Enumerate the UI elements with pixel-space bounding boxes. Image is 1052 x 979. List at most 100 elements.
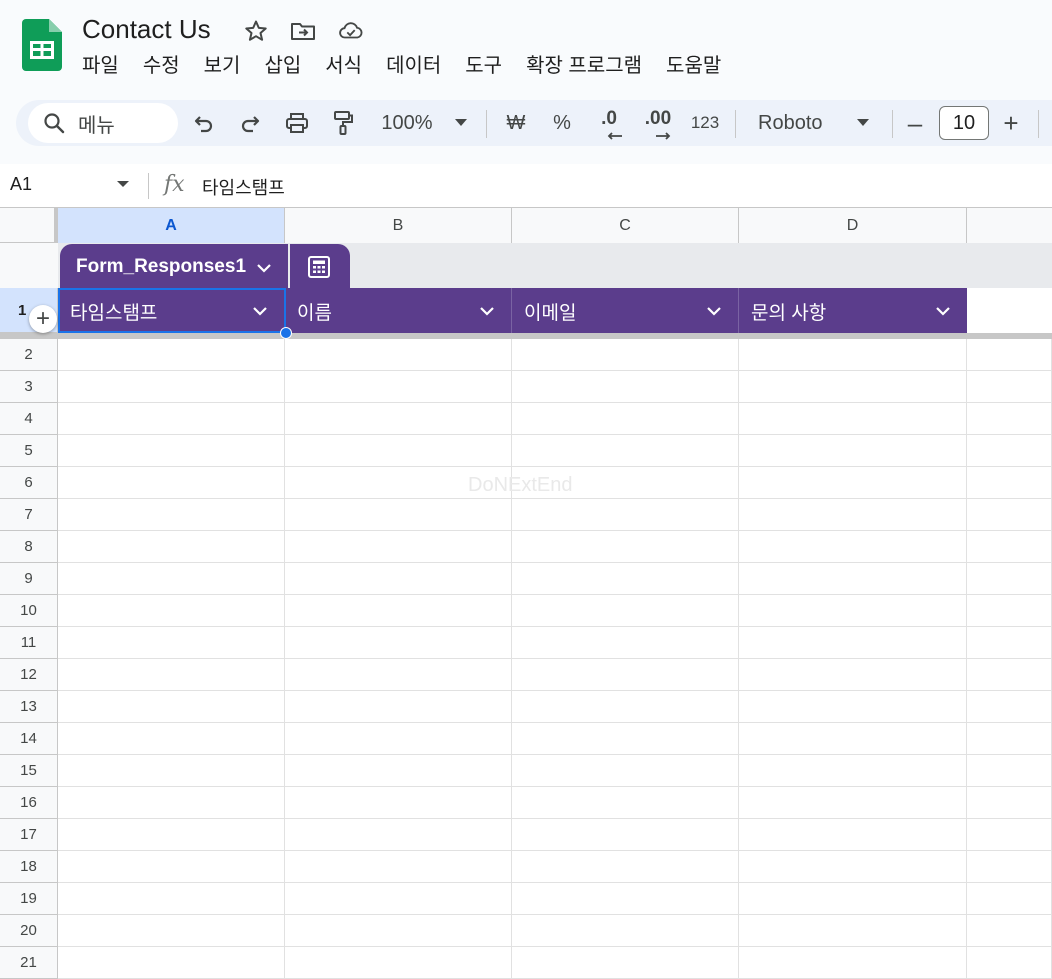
table-name[interactable]: Form_Responses1 — [76, 256, 246, 278]
cell[interactable] — [967, 288, 1052, 333]
cell[interactable] — [739, 915, 967, 947]
column-header-e[interactable] — [967, 208, 1052, 243]
name-box[interactable]: A1 — [10, 174, 32, 195]
chevron-down-icon[interactable] — [254, 258, 274, 278]
cell[interactable] — [58, 499, 285, 531]
cell[interactable] — [512, 883, 739, 915]
zoom-select[interactable]: 100% — [374, 106, 440, 140]
menu-help[interactable]: 도움말 — [658, 50, 729, 82]
cell[interactable] — [285, 659, 512, 691]
cell[interactable] — [967, 691, 1052, 723]
menu-tools[interactable]: 도구 — [457, 50, 510, 82]
cell[interactable] — [512, 435, 739, 467]
selection-fill-handle[interactable] — [280, 327, 292, 339]
row-header-5[interactable]: 5 — [0, 435, 58, 467]
cell[interactable] — [739, 659, 967, 691]
row-header-19[interactable]: 19 — [0, 883, 58, 915]
cell[interactable] — [58, 435, 285, 467]
menu-extensions[interactable]: 확장 프로그램 — [518, 50, 650, 82]
row-header-21[interactable]: 21 — [0, 947, 58, 979]
cell[interactable] — [739, 435, 967, 467]
cell[interactable] — [739, 627, 967, 659]
cell[interactable] — [967, 339, 1052, 371]
cell[interactable] — [739, 563, 967, 595]
cell[interactable] — [967, 851, 1052, 883]
row-header-7[interactable]: 7 — [0, 499, 58, 531]
name-box-dropdown-icon[interactable] — [117, 181, 129, 187]
cell[interactable] — [58, 755, 285, 787]
column-header-a[interactable]: A — [58, 208, 285, 243]
cell[interactable] — [285, 531, 512, 563]
cell[interactable] — [285, 755, 512, 787]
menu-file[interactable]: 파일 — [74, 50, 127, 82]
cell[interactable] — [967, 883, 1052, 915]
column-header-d[interactable]: D — [739, 208, 967, 243]
cell[interactable] — [512, 531, 739, 563]
cell[interactable] — [512, 915, 739, 947]
cell[interactable] — [58, 467, 285, 499]
cell[interactable] — [739, 787, 967, 819]
cell[interactable] — [739, 371, 967, 403]
cell[interactable] — [967, 819, 1052, 851]
chevron-down-icon[interactable] — [477, 301, 497, 321]
cell[interactable] — [967, 947, 1052, 979]
cell[interactable] — [512, 563, 739, 595]
row-header-9[interactable]: 9 — [0, 563, 58, 595]
cell[interactable] — [967, 915, 1052, 947]
menu-format[interactable]: 서식 — [317, 50, 370, 82]
cell[interactable] — [739, 851, 967, 883]
cell[interactable] — [739, 339, 967, 371]
cell[interactable] — [512, 595, 739, 627]
row-header-8[interactable]: 8 — [0, 531, 58, 563]
menu-edit[interactable]: 수정 — [135, 50, 188, 82]
cell[interactable] — [512, 755, 739, 787]
more-formats-button[interactable]: 123 — [688, 106, 722, 140]
cell[interactable] — [967, 499, 1052, 531]
row-header-11[interactable]: 11 — [0, 627, 58, 659]
formula-input[interactable]: 타임스탬프 — [202, 174, 285, 200]
format-percent-button[interactable]: % — [548, 106, 576, 140]
move-to-folder-icon[interactable] — [290, 18, 316, 44]
row-header-10[interactable]: 10 — [0, 595, 58, 627]
font-family-select[interactable]: Roboto — [752, 106, 834, 140]
cell[interactable] — [285, 595, 512, 627]
cell[interactable] — [739, 531, 967, 563]
chevron-down-icon[interactable] — [704, 301, 724, 321]
cell[interactable] — [512, 787, 739, 819]
cell[interactable] — [58, 659, 285, 691]
format-currency-button[interactable]: ₩ — [502, 106, 530, 140]
cell[interactable] — [739, 595, 967, 627]
column-header-c[interactable]: C — [512, 208, 739, 243]
cell[interactable] — [739, 723, 967, 755]
cell[interactable] — [285, 691, 512, 723]
menu-view[interactable]: 보기 — [196, 50, 249, 82]
cell[interactable] — [739, 819, 967, 851]
cell[interactable] — [967, 627, 1052, 659]
cell[interactable] — [58, 947, 285, 979]
cell[interactable] — [967, 723, 1052, 755]
cell[interactable] — [58, 787, 285, 819]
row-header-14[interactable]: 14 — [0, 723, 58, 755]
menu-data[interactable]: 데이터 — [378, 50, 449, 82]
cell[interactable] — [58, 883, 285, 915]
cell[interactable] — [739, 467, 967, 499]
table-header-cell[interactable]: 문의 사항 — [739, 288, 967, 333]
row-header-16[interactable]: 16 — [0, 787, 58, 819]
cell[interactable] — [512, 851, 739, 883]
cell[interactable] — [967, 531, 1052, 563]
cell[interactable] — [967, 787, 1052, 819]
cell[interactable] — [285, 499, 512, 531]
paint-format-button[interactable] — [330, 106, 356, 140]
row-header-17[interactable]: 17 — [0, 819, 58, 851]
row-header-18[interactable]: 18 — [0, 851, 58, 883]
cell[interactable] — [285, 819, 512, 851]
cell[interactable] — [285, 339, 512, 371]
cell[interactable] — [967, 659, 1052, 691]
cell[interactable] — [58, 339, 285, 371]
add-row-button[interactable]: + — [29, 305, 57, 333]
cell[interactable] — [739, 691, 967, 723]
menu-insert[interactable]: 삽입 — [256, 50, 309, 82]
cell[interactable] — [58, 531, 285, 563]
star-icon[interactable] — [243, 18, 269, 44]
cell[interactable] — [58, 691, 285, 723]
